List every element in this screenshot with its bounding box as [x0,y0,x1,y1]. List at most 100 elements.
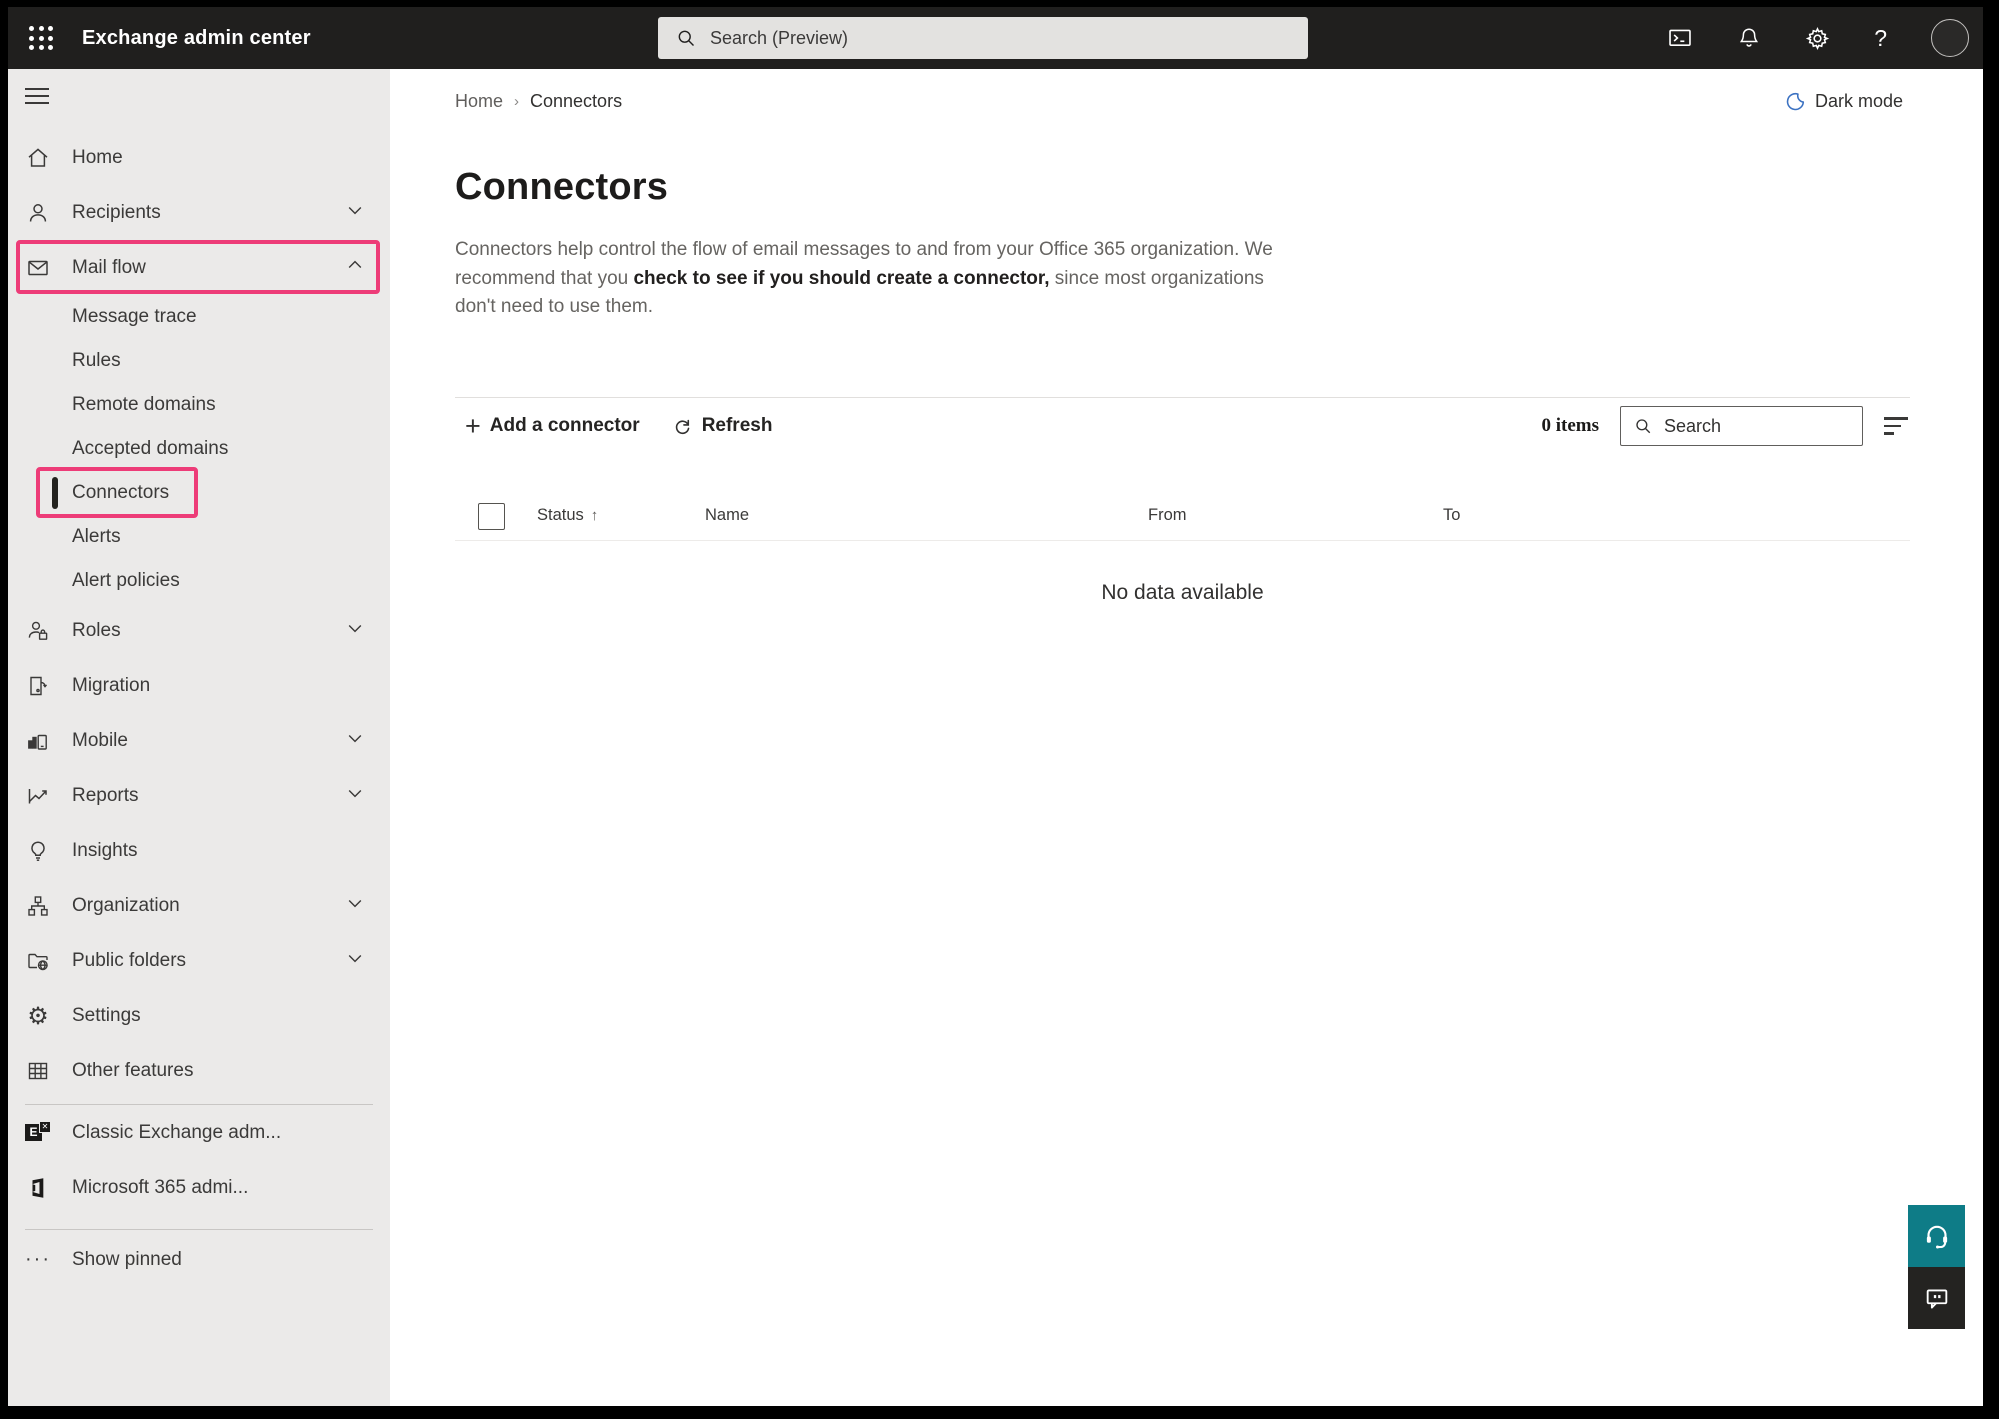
sidebar-item-label: Alerts [72,526,121,548]
sidebar-item-insights[interactable]: Insights [8,823,390,878]
refresh-button[interactable]: Refresh [672,415,773,437]
sidebar-item-label: Connectors [72,482,169,504]
breadcrumb-separator-icon: › [514,93,519,110]
roles-icon [25,618,51,644]
description-emphasis: check to see if you should create a conn… [633,268,1049,289]
chat-bubble-icon [1923,1284,1951,1312]
chevron-up-icon [345,255,365,281]
public-folders-icon [25,948,51,974]
nav-list-external: E✕ Classic Exchange adm... Microsoft 365… [8,1105,390,1215]
sidebar-item-label: Roles [72,620,121,642]
sidebar-item-mail-flow[interactable]: Mail flow [8,240,390,295]
sidebar-item-recipients[interactable]: Recipients [8,185,390,240]
command-bar: + Add a connector Refresh 0 items [455,397,1910,455]
sidebar-item-alert-policies[interactable]: Alert policies [8,559,390,603]
main-content: Home › Connectors Dark mode Connectors C… [390,69,1983,1406]
sidebar-item-other-features[interactable]: Other features [8,1043,390,1098]
sidebar-item-rules[interactable]: Rules [8,339,390,383]
sidebar-item-label: Mail flow [72,257,146,279]
grid-table-icon [25,1058,51,1084]
sidebar-item-classic-exchange[interactable]: E✕ Classic Exchange adm... [8,1105,390,1160]
sidebar-item-label: Alert policies [72,570,180,592]
nav-list-pinned: ··· Show pinned [8,1232,390,1287]
sidebar-item-migration[interactable]: Migration [8,658,390,713]
support-button-stack [1908,1205,1965,1329]
account-avatar[interactable] [1931,19,1969,57]
sidebar-item-label: Other features [72,1060,193,1082]
exchange-admin-window: Exchange admin center [8,7,1983,1406]
sidebar-item-microsoft-365-admin[interactable]: Microsoft 365 admi... [8,1160,390,1215]
sidebar-item-label: Accepted domains [72,438,228,460]
suite-search[interactable] [658,17,1308,59]
suite-search-input[interactable] [710,28,1230,49]
suite-header-actions: ? [1667,7,1969,69]
column-header-status[interactable]: Status↑ [537,506,598,525]
sidebar-item-reports[interactable]: Reports [8,768,390,823]
chevron-down-icon [345,783,365,809]
app-launcher-icon[interactable] [18,15,64,61]
select-all-checkbox[interactable] [478,503,505,530]
filter-icon[interactable] [1884,417,1910,435]
sidebar-item-public-folders[interactable]: Public folders [8,933,390,988]
sidebar-item-show-pinned[interactable]: ··· Show pinned [8,1232,390,1287]
sidebar-item-message-trace[interactable]: Message trace [8,295,390,339]
organization-icon [25,893,51,919]
suite-header: Exchange admin center [8,7,1983,69]
list-search[interactable] [1620,406,1863,446]
nav-collapse-icon[interactable] [25,88,51,104]
breadcrumb-home-link[interactable]: Home [455,91,503,112]
person-icon [25,200,51,226]
sidebar-item-label: Home [72,147,123,169]
sidebar-item-home[interactable]: Home [8,130,390,185]
dark-mode-toggle[interactable]: Dark mode [1785,91,1903,112]
notifications-bell-icon[interactable] [1737,26,1761,50]
sidebar-item-mobile[interactable]: Mobile [8,713,390,768]
list-search-input[interactable] [1664,416,1844,437]
breadcrumb-current: Connectors [530,91,622,112]
page-title: Connectors [455,164,1910,210]
dark-mode-label: Dark mode [1815,91,1903,112]
sidebar-item-accepted-domains[interactable]: Accepted domains [8,427,390,471]
sidebar-item-settings[interactable]: ⚙ Settings [8,988,390,1043]
sidebar-item-organization[interactable]: Organization [8,878,390,933]
settings-gear-icon: ⚙ [25,1003,51,1029]
sidebar-divider [25,1229,373,1230]
add-connector-button[interactable]: + Add a connector [465,415,640,437]
sidebar-item-alerts[interactable]: Alerts [8,515,390,559]
headset-icon [1922,1221,1952,1251]
help-icon[interactable]: ? [1874,25,1887,52]
sidebar-item-label: Message trace [72,306,197,328]
column-header-from[interactable]: From [1148,506,1187,525]
left-nav: Home Recipients [8,69,390,1406]
table-header: Status↑ Name From To [455,501,1910,541]
window-frame: Exchange admin center [0,0,1999,1419]
feedback-chat-button[interactable] [1908,1267,1965,1329]
refresh-icon [672,416,693,437]
help-support-button[interactable] [1908,1205,1965,1267]
breadcrumb: Home › Connectors [455,91,622,112]
sidebar-item-label: Mobile [72,730,128,752]
nav-list: Home Recipients [8,130,390,1098]
column-header-name[interactable]: Name [705,506,749,525]
sidebar-item-label: Rules [72,350,121,372]
sidebar-item-remote-domains[interactable]: Remote domains [8,383,390,427]
cloud-shell-icon[interactable] [1667,25,1693,51]
settings-gear-icon[interactable] [1805,26,1830,51]
sidebar-item-label: Microsoft 365 admi... [72,1177,248,1199]
sidebar-item-label: Public folders [72,950,186,972]
items-count: 0 items [1541,415,1599,437]
sidebar-item-label: Remote domains [72,394,216,416]
sidebar-item-label: Classic Exchange adm... [72,1122,281,1144]
page-description: Connectors help control the flow of emai… [455,236,1303,322]
chevron-down-icon [345,618,365,644]
sidebar-item-roles[interactable]: Roles [8,603,390,658]
insights-lightbulb-icon [25,838,51,864]
app-title: Exchange admin center [82,27,311,50]
sidebar-item-connectors[interactable]: Connectors [8,471,390,515]
chevron-down-icon [345,200,365,226]
column-header-to[interactable]: To [1443,506,1460,525]
sidebar-item-label: Migration [72,675,150,697]
sidebar-item-label: Insights [72,840,137,862]
exchange-logo-icon: E✕ [25,1120,51,1146]
selected-item-indicator [52,477,58,509]
